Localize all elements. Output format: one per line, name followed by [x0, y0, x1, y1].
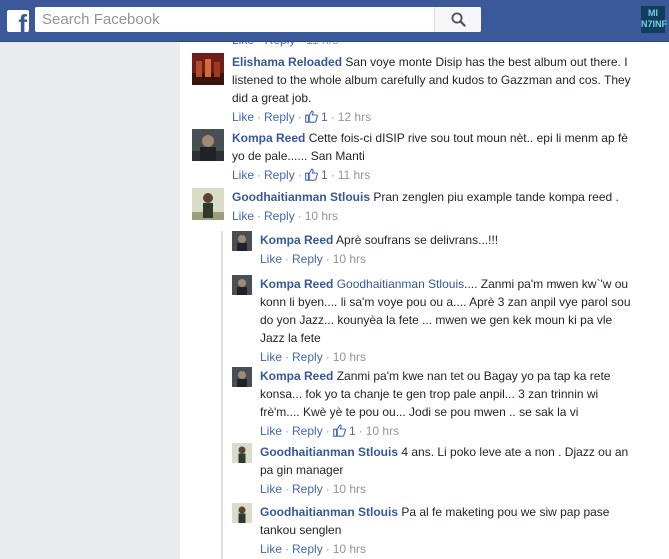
comment-text: Kompa Reed Cette fois-ci dISIP rive sou …: [232, 129, 632, 165]
search-icon: [451, 12, 466, 27]
reply-author[interactable]: Kompa Reed: [260, 233, 333, 247]
reply-text: Kompa Reed Zanmi pa'm kwe nan tet ou Bag…: [260, 367, 640, 421]
like-count[interactable]: 1: [349, 424, 356, 438]
avatar[interactable]: [232, 231, 252, 251]
avatar[interactable]: [192, 53, 224, 85]
reply-actions: Like · Reply · 10 hrs: [260, 482, 367, 496]
comment-actions: Like · Reply · 1 · 12 hrs: [232, 110, 372, 124]
reply-author[interactable]: Goodhaitianman Stlouis: [260, 445, 398, 459]
reply-author[interactable]: Kompa Reed: [260, 277, 333, 291]
comment-timestamp[interactable]: 12 hrs: [338, 110, 371, 124]
reply-link[interactable]: Reply: [292, 350, 323, 364]
reply-link[interactable]: Reply: [292, 482, 323, 496]
comment-timestamp[interactable]: 11 hrs: [338, 168, 370, 182]
reply-timestamp[interactable]: 10 hrs: [333, 252, 366, 266]
facebook-logo-icon[interactable]: f: [7, 10, 29, 32]
like-count[interactable]: 1: [321, 168, 328, 182]
reply-message: Aprè soufrans se delivrans...!!!: [336, 233, 499, 247]
like-link[interactable]: Like: [260, 482, 282, 496]
reply-link[interactable]: Reply: [264, 110, 295, 124]
reply-text: Kompa Reed Aprè soufrans se delivrans...…: [260, 231, 640, 249]
avatar[interactable]: [232, 503, 252, 523]
search-input[interactable]: [35, 7, 435, 32]
thumbs-up-icon: [304, 110, 318, 123]
reply-mention[interactable]: Goodhaitianman Stlouis: [337, 277, 464, 291]
reply-actions: Like · Reply · 10 hrs: [260, 350, 367, 364]
reply-actions: Like · Reply · 1 · 10 hrs: [260, 424, 400, 438]
comment-timestamp[interactable]: 10 hrs: [305, 209, 338, 223]
like-link[interactable]: Like: [260, 252, 282, 266]
search-button[interactable]: [434, 7, 481, 32]
reply-actions: Like · Reply · 10 hrs: [260, 542, 367, 556]
comment-text: Elishama Reloaded San voye monte Disip h…: [232, 53, 632, 107]
reply-actions: Like · Reply · 10 hrs: [260, 252, 367, 266]
reply-text: Goodhaitianman Stlouis Pa al fe maketing…: [260, 503, 640, 539]
page-logo: MI N7INF: [641, 6, 667, 33]
reply-link[interactable]: Reply: [264, 209, 295, 223]
comment-author[interactable]: Kompa Reed: [232, 131, 305, 145]
cut-off-actions: Like · Reply · 11 hrs: [232, 42, 339, 47]
reply-author[interactable]: Goodhaitianman Stlouis: [260, 505, 398, 519]
reply-timestamp[interactable]: 10 hrs: [333, 482, 366, 496]
comment-actions: Like · Reply · 1 · 11 hrs: [232, 168, 371, 182]
like-count[interactable]: 1: [321, 110, 328, 124]
thumbs-up-icon: [304, 168, 318, 181]
reply-text: Goodhaitianman Stlouis 4 ans. Li poko le…: [260, 443, 640, 479]
avatar[interactable]: [192, 188, 224, 220]
reply-thread-line: [221, 231, 223, 559]
reply-link[interactable]: Reply: [292, 424, 323, 438]
top-bar: f MI N7INF: [0, 0, 669, 42]
like-link[interactable]: Like: [260, 542, 282, 556]
reply-timestamp[interactable]: 10 hrs: [333, 542, 366, 556]
like-link[interactable]: Like: [260, 350, 282, 364]
like-link[interactable]: Like: [232, 110, 254, 124]
reply-text: Kompa Reed Goodhaitianman Stlouis.... Za…: [260, 275, 640, 347]
thumbs-up-icon: [332, 424, 346, 437]
search-bar: [35, 7, 481, 32]
comments-panel: Like · Reply · 11 hrs Elishama Reloaded …: [180, 42, 669, 559]
comment-author[interactable]: Elishama Reloaded: [232, 55, 342, 69]
comment-message: Pran zenglen piu example tande kompa ree…: [373, 190, 619, 204]
reply-link[interactable]: Reply: [292, 542, 323, 556]
reply-author[interactable]: Kompa Reed: [260, 369, 333, 383]
avatar[interactable]: [192, 129, 224, 161]
comment-text: Goodhaitianman Stlouis Pran zenglen piu …: [232, 188, 632, 206]
like-link[interactable]: Like: [260, 424, 282, 438]
comment-actions: Like · Reply · 10 hrs: [232, 209, 339, 223]
comment-author[interactable]: Goodhaitianman Stlouis: [232, 190, 370, 204]
reply-link[interactable]: Reply: [292, 252, 323, 266]
avatar[interactable]: [232, 443, 252, 463]
avatar[interactable]: [232, 367, 252, 387]
like-link[interactable]: Like: [232, 209, 254, 223]
reply-timestamp[interactable]: 10 hrs: [366, 424, 399, 438]
avatar[interactable]: [232, 275, 252, 295]
like-link[interactable]: Like: [232, 168, 254, 182]
reply-link[interactable]: Reply: [264, 168, 295, 182]
reply-timestamp[interactable]: 10 hrs: [333, 350, 366, 364]
